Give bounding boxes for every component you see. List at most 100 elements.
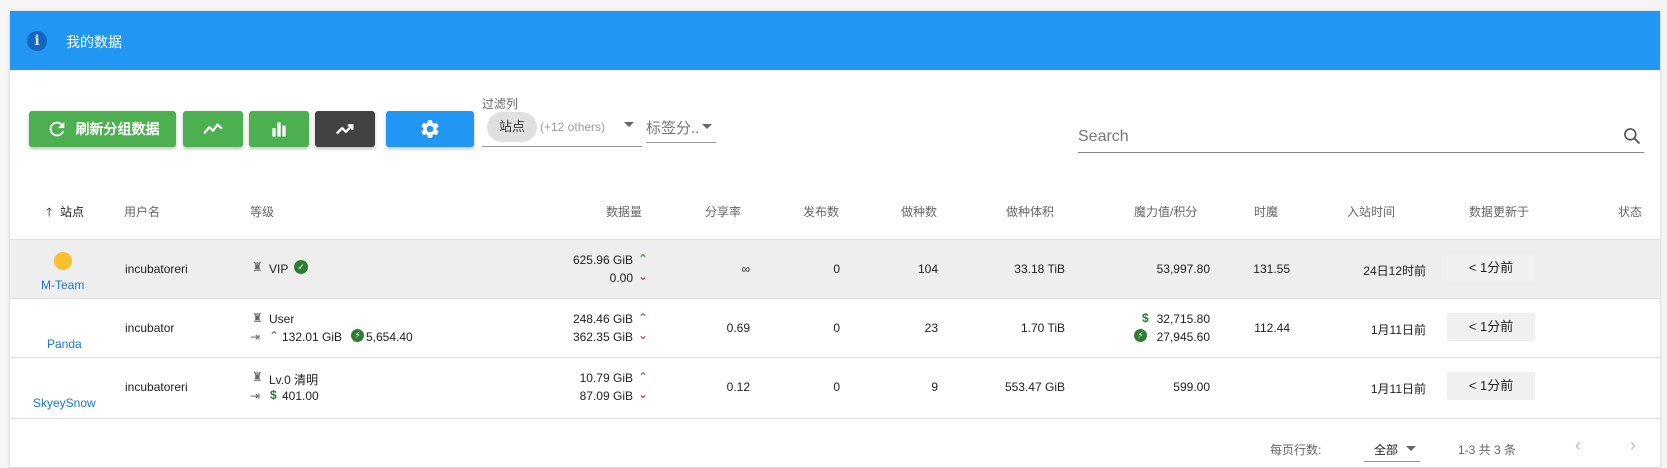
level-trophy-icon: ♜	[252, 311, 263, 325]
seed-size: 553.47 GiB	[1004, 380, 1065, 394]
ratio: ∞	[741, 262, 750, 276]
site-logo-icon	[54, 252, 72, 270]
join-time: 24日12时前	[1363, 264, 1426, 278]
column-header-data[interactable]: 数据量	[606, 203, 642, 220]
line-chart-button[interactable]	[183, 111, 243, 147]
settings-button[interactable]	[386, 111, 474, 147]
level-bonus: 401.00	[282, 389, 319, 403]
updated-badge[interactable]: < 1分前	[1447, 254, 1535, 282]
join-time: 1月11日前	[1370, 323, 1426, 337]
search-input[interactable]: Search	[1078, 120, 1644, 153]
gear-icon	[421, 120, 439, 138]
upload-amount: 625.96 GiB	[572, 253, 633, 267]
bonus: 599.00	[1173, 380, 1210, 394]
download-amount: 87.09 GiB	[579, 389, 633, 403]
table-row: M-Team incubatoreri ♜ VIP ✓ 625.96 GiB ⌃…	[10, 239, 1660, 298]
refresh-icon	[49, 121, 64, 137]
chevron-down-icon	[624, 122, 634, 127]
filter-others: (+12 others)	[540, 120, 606, 134]
filter-chip-site[interactable]: 站点	[487, 112, 538, 142]
upload-arrow-icon: ⌃	[269, 329, 280, 343]
site-link[interactable]: Panda	[47, 337, 82, 351]
column-header-published[interactable]: 发布数	[803, 203, 839, 220]
pagination-range: 1-3 共 3 条	[1458, 443, 1517, 457]
download-amount: 0.00	[609, 271, 633, 285]
upload-amount: 10.79 GiB	[579, 371, 633, 385]
rows-per-page-label: 每页行数:	[1270, 443, 1322, 457]
column-header-seed-size[interactable]: 做种体积	[1006, 203, 1054, 220]
bar-chart-icon	[272, 122, 286, 137]
upload-arrow-icon: ⌃	[638, 311, 649, 325]
table-row: SkyeySnow incubatoreri ♜ Lv.0 清明 ⇥ $ 401…	[10, 357, 1660, 416]
column-header-updated[interactable]: 数据更新于	[1469, 203, 1529, 220]
table-row: Panda incubator ♜ User ⇥ ⌃ 132.01 GiB ⚡ …	[10, 298, 1660, 357]
bonus: 53,997.80	[1156, 262, 1210, 276]
username: incubatoreri	[125, 262, 188, 276]
username: incubator	[125, 321, 175, 335]
column-header-seeding[interactable]: 做种数	[901, 203, 937, 220]
tag-select-placeholder: 标签分..	[646, 120, 700, 137]
column-header-username[interactable]: 用户名	[124, 203, 160, 220]
level-trophy-icon: ♜	[252, 260, 263, 274]
ratio: 0.69	[726, 321, 750, 335]
column-header-join-time[interactable]: 入站时间	[1347, 203, 1395, 220]
published-count: 0	[833, 321, 840, 335]
level-bonus: 5,654.40	[366, 330, 413, 344]
upload-arrow-icon: ⌃	[638, 370, 649, 384]
published-count: 0	[833, 380, 840, 394]
verified-icon: ✓	[294, 260, 308, 274]
column-header-site[interactable]: 站点	[60, 203, 84, 220]
updated-badge[interactable]: < 1分前	[1447, 313, 1535, 341]
download-arrow-icon: ⌄	[638, 387, 649, 401]
rows-per-page-select[interactable]: 全部	[1364, 435, 1420, 462]
next-page-icon[interactable]: ›	[1630, 435, 1636, 456]
column-header-hourly[interactable]: 时魔	[1254, 203, 1278, 220]
upload-amount: 248.46 GiB	[572, 312, 633, 326]
seeding-count: 104	[917, 262, 938, 276]
rows-per-page-value: 全部	[1374, 443, 1399, 457]
dollar-icon: $	[270, 388, 277, 402]
bar-chart-button[interactable]	[249, 111, 309, 147]
page-title: 我的数据	[66, 34, 122, 50]
seed-size: 33.18 TiB	[1014, 262, 1065, 276]
column-header-bonus[interactable]: 魔力值/积分	[1134, 203, 1197, 220]
username: incubatoreri	[125, 380, 188, 394]
seeding-count: 9	[931, 380, 938, 394]
trending-up-icon	[335, 124, 354, 135]
seeding-count: 23	[924, 321, 938, 335]
download-arrow-icon: ⌄	[638, 328, 649, 342]
bonus-secondary: 27,945.60	[1156, 330, 1210, 344]
ratio: 0.12	[726, 380, 750, 394]
refresh-group-button[interactable]: 刷新分组数据	[29, 111, 176, 147]
download-arrow-icon: ⌄	[638, 269, 649, 283]
line-chart-icon	[203, 123, 223, 134]
chevron-down-icon	[1406, 446, 1416, 451]
updated-badge[interactable]: < 1分前	[1447, 372, 1535, 400]
site-link[interactable]: M-Team	[41, 278, 84, 292]
column-header-status[interactable]: 状态	[1618, 203, 1642, 220]
column-header-ratio[interactable]: 分享率	[705, 203, 741, 220]
chevron-down-icon	[702, 124, 712, 129]
level-name: VIP	[269, 262, 289, 276]
column-header-level[interactable]: 等级	[250, 203, 274, 220]
level-upload: 132.01 GiB	[282, 330, 343, 344]
level-trophy-icon: ♜	[252, 370, 263, 384]
level-name: Lv.0 清明	[269, 373, 319, 387]
card-header: i 我的数据	[10, 11, 1660, 70]
level-name: User	[269, 312, 295, 326]
seed-size: 1.70 TiB	[1020, 321, 1065, 335]
trend-button[interactable]	[315, 111, 375, 147]
upload-arrow-icon: ⌃	[638, 252, 649, 266]
bonus-icon: ⚡	[351, 329, 364, 342]
prev-page-icon[interactable]: ‹	[1575, 435, 1581, 456]
table-footer: 每页行数: 全部 1-3 共 3 条 ‹ ›	[10, 418, 1660, 468]
join-time: 1月11日前	[1370, 382, 1426, 396]
site-link[interactable]: SkyeySnow	[33, 396, 96, 410]
published-count: 0	[833, 262, 840, 276]
search-icon[interactable]	[1622, 126, 1642, 146]
seed-time-icon: ⇥	[250, 330, 261, 344]
sort-asc-icon: 🡑	[46, 205, 53, 219]
tag-select[interactable]: 标签分..	[646, 110, 716, 143]
filter-columns-select[interactable]: 站点 (+12 others)	[482, 110, 642, 147]
seed-time-icon: ⇥	[250, 389, 261, 403]
